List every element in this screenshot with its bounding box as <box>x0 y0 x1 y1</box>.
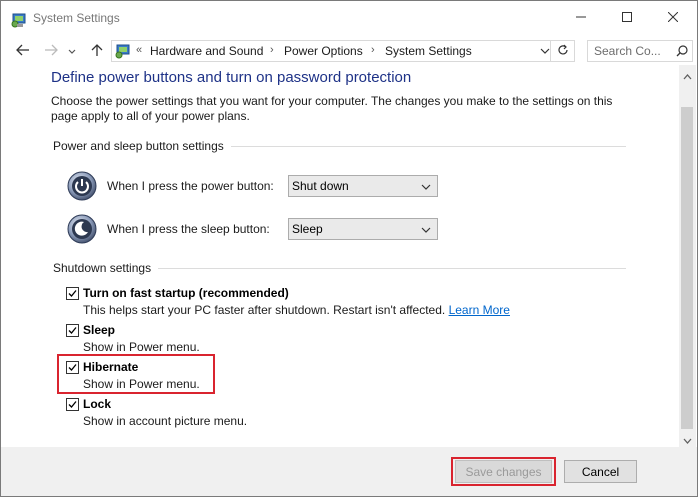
learn-more-link[interactable]: Learn More <box>449 303 510 317</box>
group-divider <box>231 146 626 147</box>
power-button-label: When I press the power button: <box>107 179 274 193</box>
minimize-icon <box>576 11 586 25</box>
footer-bar: Save changes Cancel <box>1 447 697 496</box>
sleep-button-value: Sleep <box>292 222 323 236</box>
fast-startup-description: This helps start your PC faster after sh… <box>83 303 510 317</box>
page-description: Choose the power settings that you want … <box>51 94 613 123</box>
search-box[interactable]: Search Co... <box>587 40 693 62</box>
chevron-down-icon <box>421 181 431 195</box>
power-button-select[interactable]: Shut down <box>288 175 438 197</box>
window-title: System Settings <box>33 11 120 25</box>
chevron-down-icon[interactable] <box>540 45 550 60</box>
back-arrow-icon <box>16 44 30 59</box>
fast-startup-label[interactable]: Turn on fast startup (recommended) <box>83 286 289 300</box>
close-icon <box>667 11 679 25</box>
address-bar[interactable]: « Hardware and Sound › Power Options › S… <box>111 40 551 62</box>
lock-option-label[interactable]: Lock <box>83 397 111 411</box>
system-settings-window: System Settings « Hardware and Sound › P… <box>0 0 698 497</box>
breadcrumb-separator[interactable]: › <box>371 44 375 56</box>
maximize-icon <box>622 11 632 25</box>
content-area: Define power buttons and turn on passwor… <box>1 65 679 447</box>
breadcrumb-hardware-and-sound[interactable]: Hardware and Sound <box>150 44 263 58</box>
maximize-button[interactable] <box>604 1 650 35</box>
breadcrumb-system-settings[interactable]: System Settings <box>385 44 472 58</box>
search-placeholder: Search Co... <box>594 44 661 58</box>
shutdown-group-title: Shutdown settings <box>53 261 152 275</box>
group-divider <box>158 268 626 269</box>
control-panel-icon <box>114 43 132 59</box>
minimize-button[interactable] <box>558 1 604 35</box>
lock-option-description: Show in account picture menu. <box>83 414 248 428</box>
title-bar: System Settings <box>1 1 697 35</box>
up-button[interactable] <box>87 41 107 61</box>
recent-locations-button[interactable] <box>65 41 79 61</box>
checkmark-icon <box>68 327 77 334</box>
scrollbar-thumb[interactable] <box>681 107 693 429</box>
refresh-button[interactable] <box>551 40 575 62</box>
sleep-option-description: Show in Power menu. <box>83 340 200 354</box>
sleep-button-icon <box>67 214 97 244</box>
lock-checkbox[interactable] <box>66 398 79 411</box>
search-icon <box>676 45 688 60</box>
chevron-down-icon <box>421 224 431 238</box>
up-arrow-icon <box>91 43 103 60</box>
control-panel-icon <box>10 10 28 28</box>
hibernate-highlight-box <box>57 354 215 394</box>
fast-startup-checkbox[interactable] <box>66 287 79 300</box>
fast-startup-description-text: This helps start your PC faster after sh… <box>83 303 446 317</box>
cancel-button[interactable]: Cancel <box>564 460 637 483</box>
back-button[interactable] <box>13 41 33 61</box>
close-button[interactable] <box>650 1 696 35</box>
sleep-option-label[interactable]: Sleep <box>83 323 115 337</box>
save-highlight-box <box>451 457 556 486</box>
breadcrumb-overflow[interactable]: « <box>136 44 142 56</box>
breadcrumb-power-options[interactable]: Power Options <box>284 44 363 58</box>
scroll-up-icon[interactable] <box>683 69 692 83</box>
checkmark-icon <box>68 290 77 297</box>
navigation-bar: « Hardware and Sound › Power Options › S… <box>1 37 697 65</box>
refresh-icon <box>557 44 569 59</box>
breadcrumb-separator[interactable]: › <box>270 44 274 56</box>
sleep-button-label: When I press the sleep button: <box>107 222 270 236</box>
sleep-button-select[interactable]: Sleep <box>288 218 438 240</box>
power-button-icon <box>67 171 97 201</box>
forward-arrow-icon <box>44 44 58 59</box>
power-button-value: Shut down <box>292 179 349 193</box>
forward-button[interactable] <box>41 41 61 61</box>
sleep-checkbox[interactable] <box>66 324 79 337</box>
scroll-down-icon[interactable] <box>683 433 692 447</box>
chevron-down-icon <box>68 44 76 58</box>
page-heading: Define power buttons and turn on passwor… <box>51 69 412 86</box>
checkmark-icon <box>68 401 77 408</box>
vertical-scrollbar[interactable] <box>679 65 696 447</box>
power-sleep-group-title: Power and sleep button settings <box>53 139 224 153</box>
